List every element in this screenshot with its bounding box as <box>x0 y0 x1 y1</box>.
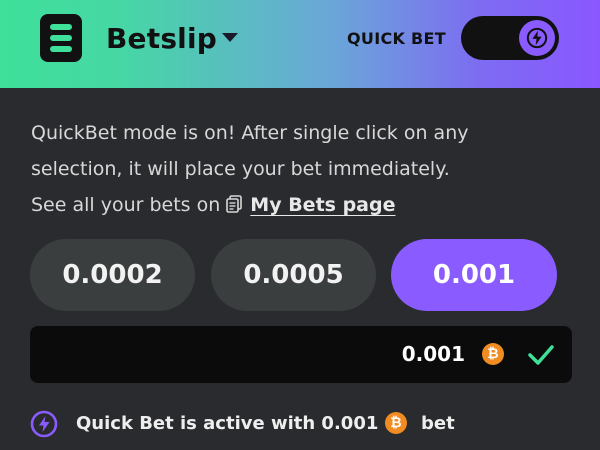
quick-bet-label: QUICK BET <box>347 29 446 48</box>
betslip-header: Betslip QUICK BET <box>0 0 600 88</box>
quick-bet-status: Quick Bet is active with 0.001 ₿ bet <box>30 408 590 440</box>
info-line-3-text: See all your bets on <box>31 194 221 216</box>
bitcoin-icon: ₿ <box>385 412 407 434</box>
lightning-icon <box>30 410 58 438</box>
info-line-2: selection, it will place your bet immedi… <box>31 158 450 180</box>
betslip-title[interactable]: Betslip <box>106 22 217 55</box>
stake-chip-0.0002[interactable]: 0.0002 <box>30 239 195 311</box>
chevron-down-icon[interactable] <box>222 33 238 42</box>
my-bets-link[interactable]: My Bets page <box>250 194 395 216</box>
stake-chip-0.001[interactable]: 0.001 <box>391 239 557 311</box>
toggle-knob[interactable] <box>519 20 555 56</box>
stake-chip-0.0005[interactable]: 0.0005 <box>211 239 376 311</box>
app-logo-icon[interactable] <box>40 14 82 62</box>
bitcoin-icon: ₿ <box>482 343 504 365</box>
quick-bet-toggle[interactable] <box>461 16 559 60</box>
quick-bet-info: QuickBet mode is on! After single click … <box>31 115 571 223</box>
confirm-check-icon[interactable] <box>526 342 556 368</box>
document-icon <box>226 195 243 213</box>
quick-bet-status-text: Quick Bet is active with 0.001 <box>76 413 379 434</box>
stake-amount-input[interactable]: 0.001 ₿ <box>30 326 572 383</box>
info-line-3: See all your bets on My Bets page <box>31 187 571 223</box>
lightning-icon <box>526 27 548 49</box>
stake-amount-value: 0.001 <box>401 342 465 366</box>
quick-bet-status-suffix: bet <box>421 413 455 434</box>
info-line-1: QuickBet mode is on! After single click … <box>31 122 469 144</box>
